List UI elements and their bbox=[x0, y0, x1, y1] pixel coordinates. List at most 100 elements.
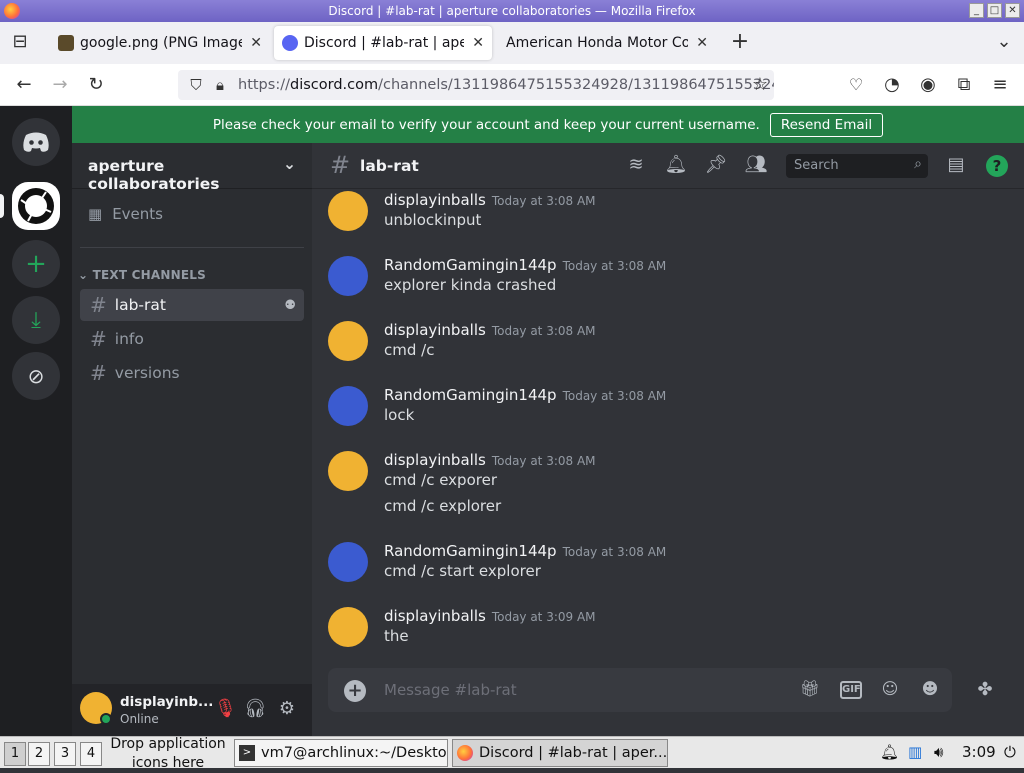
close-tab-icon[interactable]: ✕ bbox=[250, 35, 262, 51]
url-prefix: https:// bbox=[238, 77, 290, 93]
category-label: TEXT CHANNELS bbox=[92, 268, 206, 282]
pinned-messages-icon[interactable]: 📌︎ bbox=[704, 154, 728, 178]
discord-favicon-icon bbox=[282, 35, 298, 51]
forward-button[interactable]: → bbox=[48, 73, 72, 97]
search-placeholder: Search bbox=[794, 158, 839, 173]
menu-icon[interactable]: ≡ bbox=[988, 73, 1012, 97]
resend-email-button[interactable]: Resend Email bbox=[769, 112, 884, 137]
workspace-4[interactable]: 4 bbox=[80, 742, 102, 766]
message-author[interactable]: displayinballs bbox=[384, 607, 486, 625]
headphones-icon[interactable]: 🎧︎ bbox=[244, 698, 267, 720]
message-timestamp: Today at 3:08 AM bbox=[491, 194, 596, 208]
message-author[interactable]: displayinballs bbox=[384, 451, 486, 469]
invite-member-icon[interactable]: ⚉ bbox=[284, 298, 296, 313]
channel-versions[interactable]: # versions bbox=[80, 357, 304, 389]
help-icon[interactable]: ? bbox=[986, 155, 1008, 177]
tab-discord[interactable]: Discord | #lab-rat | apertu ✕ bbox=[274, 26, 492, 60]
avatar[interactable] bbox=[328, 321, 368, 361]
message-author[interactable]: RandomGamingin144p bbox=[384, 542, 557, 560]
bookmark-star-icon[interactable]: ☆ bbox=[748, 73, 772, 97]
message-author[interactable]: RandomGamingin144p bbox=[384, 256, 557, 274]
tab-bar: ⊟ google.png (PNG Image, 6 ✕ Discord | #… bbox=[0, 22, 1024, 64]
user-status: Online bbox=[120, 712, 159, 726]
tab-overview-icon[interactable]: ⊟ bbox=[8, 30, 32, 54]
discover-compass-icon[interactable]: ⊘ bbox=[12, 352, 60, 400]
firefox-logo-icon bbox=[4, 3, 20, 19]
tab-honda[interactable]: American Honda Motor Co., In ✕ bbox=[498, 26, 716, 60]
new-tab-button[interactable]: + bbox=[728, 30, 752, 54]
mute-mic-icon[interactable]: 🎙︎ bbox=[214, 698, 237, 720]
message-composer[interactable]: + Message #lab-rat 🎁︎ GIF ☺ ☻ bbox=[328, 668, 952, 712]
hash-icon: # bbox=[330, 151, 351, 179]
avatar[interactable] bbox=[328, 451, 368, 491]
volume-icon[interactable]: 🔊︎ bbox=[934, 743, 943, 761]
message-input[interactable]: Message #lab-rat bbox=[384, 681, 517, 699]
tab-label: Discord | #lab-rat | apertu bbox=[304, 35, 465, 51]
message-author[interactable]: displayinballs bbox=[384, 321, 486, 339]
notification-bell-icon[interactable]: 🔔︎ bbox=[880, 743, 899, 761]
maximize-button[interactable]: □ bbox=[987, 3, 1002, 18]
task-terminal[interactable]: > vm7@archlinux:~/Desktop bbox=[234, 739, 448, 767]
avatar[interactable] bbox=[328, 191, 368, 231]
task-firefox[interactable]: Discord | #lab-rat | aper... bbox=[452, 739, 668, 767]
lock-icon[interactable]: 🔒︎ bbox=[208, 73, 232, 97]
workspace-2[interactable]: 2 bbox=[28, 742, 50, 766]
minimize-button[interactable]: _ bbox=[969, 3, 984, 18]
server-aperture[interactable] bbox=[12, 182, 60, 230]
username[interactable]: displayinb... bbox=[120, 694, 213, 710]
account-icon[interactable]: ◉ bbox=[916, 73, 940, 97]
pocket-icon[interactable]: ♡ bbox=[844, 73, 868, 97]
server-header[interactable]: aperture collaboratories ⌄ bbox=[72, 143, 312, 193]
server-list: + ⤓ ⊘ bbox=[0, 106, 72, 736]
hash-icon: # bbox=[90, 327, 107, 351]
workspace-1[interactable]: 1 bbox=[4, 742, 26, 766]
avatar[interactable] bbox=[328, 386, 368, 426]
address-bar[interactable]: https://discord.com/channels/13119864751… bbox=[178, 70, 774, 100]
aperture-logo-icon bbox=[18, 188, 54, 224]
member-list-icon[interactable]: 👥︎ bbox=[744, 154, 768, 178]
task-label: Discord | #lab-rat | aper... bbox=[479, 745, 668, 761]
tracking-protection-icon[interactable]: ⛉ bbox=[184, 73, 208, 97]
settings-gear-icon[interactable]: ⚙ bbox=[276, 698, 298, 720]
gift-icon[interactable]: 🎁︎ bbox=[798, 679, 822, 701]
list-all-tabs-icon[interactable]: ⌄ bbox=[992, 30, 1016, 54]
clipboard-icon[interactable]: ▥ bbox=[908, 743, 922, 761]
message-author[interactable]: RandomGamingin144p bbox=[384, 386, 557, 404]
message-text: the bbox=[384, 627, 409, 645]
apps-icon[interactable]: ✤ bbox=[972, 679, 998, 703]
home-button[interactable] bbox=[12, 118, 60, 166]
message-text: lock bbox=[384, 406, 415, 424]
channel-lab-rat[interactable]: # lab-rat ⚉ bbox=[80, 289, 304, 321]
add-server-button[interactable]: + bbox=[12, 240, 60, 288]
close-tab-icon[interactable]: ✕ bbox=[472, 35, 484, 51]
search-input[interactable]: Search ⌕ bbox=[786, 154, 928, 178]
category-text-channels[interactable]: ⌄ TEXT CHANNELS bbox=[78, 268, 206, 282]
notification-bell-icon[interactable]: 🔔︎ bbox=[664, 154, 688, 178]
clock[interactable]: 3:09 bbox=[962, 743, 996, 761]
message-author[interactable]: displayinballs bbox=[384, 191, 486, 209]
extensions-icon[interactable]: ⧉ bbox=[952, 73, 976, 97]
extension-timer-icon[interactable]: ◔ bbox=[880, 73, 904, 97]
gif-icon[interactable]: GIF bbox=[840, 681, 862, 699]
inbox-icon[interactable]: ▤ bbox=[944, 154, 968, 178]
sticker-icon[interactable]: ☺ bbox=[878, 679, 902, 701]
avatar[interactable] bbox=[328, 256, 368, 296]
close-window-button[interactable]: ✕ bbox=[1005, 3, 1020, 18]
back-button[interactable]: ← bbox=[12, 73, 36, 97]
download-apps-icon[interactable]: ⤓ bbox=[12, 296, 60, 344]
emoji-icon[interactable]: ☻ bbox=[918, 679, 942, 701]
close-tab-icon[interactable]: ✕ bbox=[696, 35, 708, 51]
avatar[interactable] bbox=[328, 542, 368, 582]
reload-button[interactable]: ↻ bbox=[84, 73, 108, 97]
attach-plus-icon[interactable]: + bbox=[344, 680, 366, 702]
channel-info[interactable]: # info bbox=[80, 323, 304, 355]
workspace-3[interactable]: 3 bbox=[54, 742, 76, 766]
avatar[interactable] bbox=[328, 607, 368, 647]
threads-icon[interactable]: ≋ bbox=[624, 154, 648, 178]
events-item[interactable]: ▦ Events bbox=[88, 205, 163, 223]
tab-google-png[interactable]: google.png (PNG Image, 6 ✕ bbox=[50, 26, 270, 60]
power-icon[interactable]: ⏻ bbox=[1004, 743, 1016, 761]
channel-name: info bbox=[114, 330, 144, 348]
tab-label: google.png (PNG Image, 6 bbox=[80, 35, 243, 51]
image-favicon-icon bbox=[58, 35, 74, 51]
